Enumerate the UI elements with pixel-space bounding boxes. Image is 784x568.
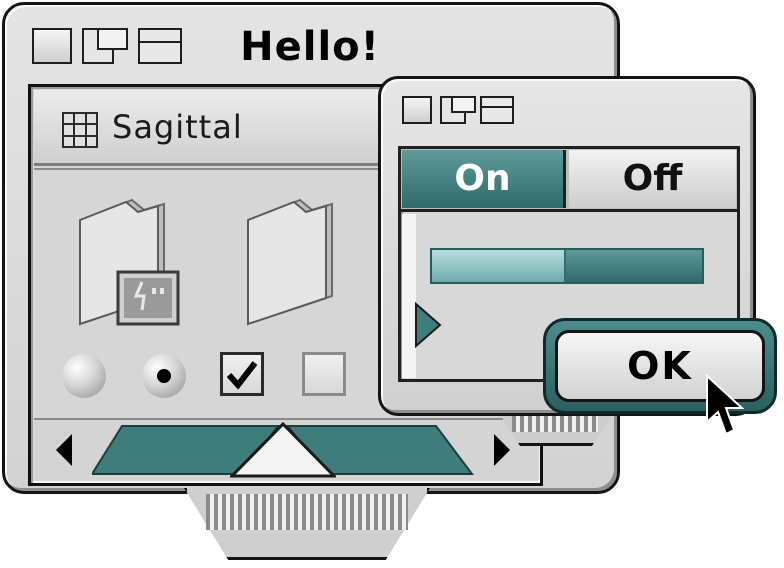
zoom-box[interactable]	[82, 28, 128, 64]
panel-edge	[402, 214, 416, 378]
finder-folder-icon[interactable]	[72, 196, 184, 330]
zoom-icon	[82, 28, 128, 64]
dialog-close-box[interactable]	[402, 96, 432, 124]
radio-button-unselected[interactable]	[62, 354, 106, 398]
progress-remaining	[566, 250, 702, 282]
slider-right-arrow-icon[interactable]	[490, 430, 514, 470]
radio-button-selected[interactable]	[142, 354, 186, 398]
dialog-zoom-box[interactable]	[440, 96, 476, 124]
checkbox-unchecked[interactable]	[302, 352, 346, 396]
view-label: Sagittal	[112, 108, 243, 146]
divider	[34, 168, 386, 170]
close-box[interactable]	[32, 28, 72, 64]
folder-icon[interactable]	[240, 196, 344, 330]
collapse-icon	[480, 96, 514, 124]
zoom-icon	[440, 96, 476, 124]
dialog-collapse-box[interactable]	[480, 96, 514, 124]
grid-icon	[62, 112, 98, 148]
progress-fill	[432, 250, 564, 282]
segment-on[interactable]: On	[402, 150, 566, 208]
divider	[34, 418, 539, 420]
slider-left-arrow-icon[interactable]	[52, 430, 76, 470]
arrow-cursor-icon	[704, 373, 745, 440]
segment-off[interactable]: Off	[569, 150, 736, 208]
grip-ridges	[206, 494, 408, 530]
window-title: Hello!	[240, 24, 380, 70]
slider-thumb[interactable]	[228, 421, 338, 478]
checkmark-icon	[226, 361, 258, 390]
collapse-icon	[138, 28, 182, 64]
collapse-box[interactable]	[138, 28, 182, 64]
disclosure-triangle-icon[interactable]	[412, 301, 442, 349]
checkbox-checked[interactable]	[220, 352, 264, 396]
